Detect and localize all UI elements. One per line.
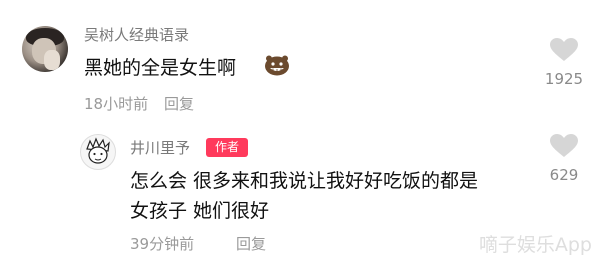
avatar[interactable] <box>22 26 68 72</box>
like-count: 1925 <box>544 70 584 88</box>
like-count: 629 <box>549 166 579 184</box>
author-badge: 作者 <box>206 138 248 157</box>
watermark: 嘀子娱乐App <box>478 234 592 256</box>
avatar[interactable] <box>80 134 116 170</box>
cartoon-avatar-icon <box>86 137 110 164</box>
comment-time: 39分钟前 <box>130 235 195 253</box>
comment-time: 18小时前 <box>84 95 149 113</box>
avatar-hand <box>44 50 60 70</box>
reply-button[interactable]: 回复 <box>236 233 266 254</box>
comment-text-line-1: 怎么会 很多来和我说让我好好吃饭的都是 <box>130 170 479 192</box>
like-button[interactable]: 629 <box>544 134 584 184</box>
comment-text: 黑她的全是女生啊 <box>84 57 237 79</box>
comment-text-line-2: 女孩子 她们很好 <box>130 200 270 222</box>
comment-username[interactable]: 井川里予 <box>130 137 190 158</box>
grinning-face-icon <box>264 54 290 76</box>
heart-icon <box>544 38 584 66</box>
comment-username[interactable]: 吴树人经典语录 <box>84 24 189 45</box>
like-button[interactable]: 1925 <box>544 38 584 88</box>
reply-button[interactable]: 回复 <box>164 93 194 114</box>
heart-icon <box>544 134 584 162</box>
